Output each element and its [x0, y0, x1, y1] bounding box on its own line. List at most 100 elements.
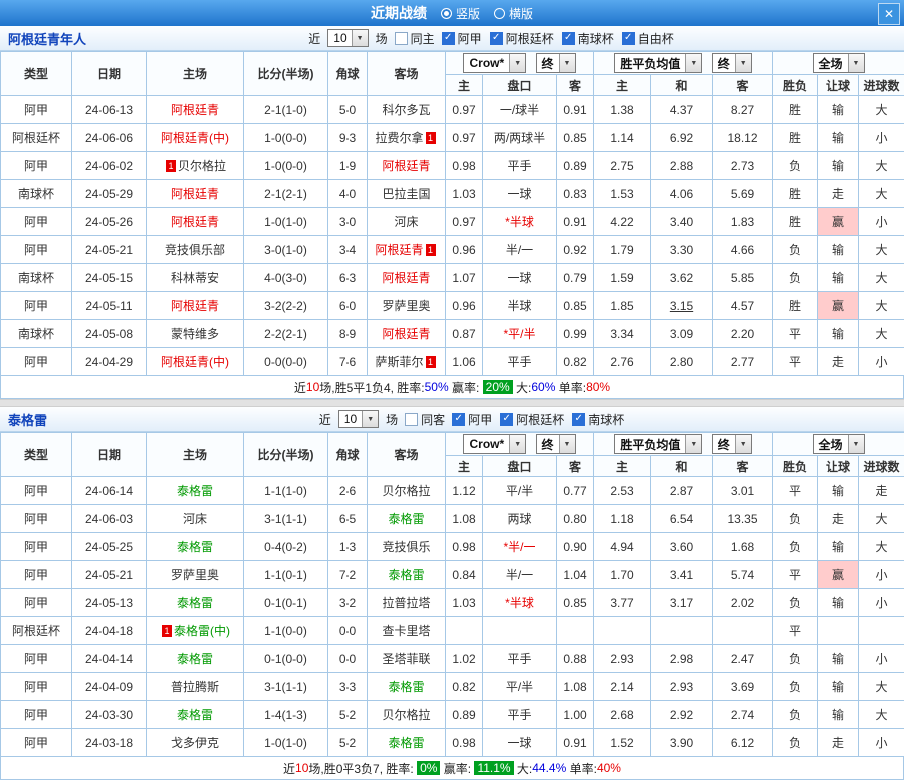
cell-goals-result: 小	[859, 561, 904, 589]
sub-header-odds-away: 客	[557, 456, 594, 477]
games-label: 场	[376, 30, 388, 47]
scope-select-2[interactable]: 全场▼	[813, 434, 865, 454]
red-card-badge: 1	[166, 160, 176, 172]
cell-date: 24-05-13	[72, 589, 147, 617]
cell-avg-draw: 4.06	[651, 180, 713, 208]
summary-part: 赢率:	[449, 379, 483, 396]
cell-odds-home: 0.87	[446, 320, 483, 348]
cell-avg-draw: 2.80	[651, 348, 713, 376]
cell-avg-away	[713, 617, 773, 645]
cell-avg-home: 4.22	[594, 208, 651, 236]
odds-company-select-2[interactable]: Crow*▼	[463, 434, 526, 454]
cell-handicap-result: 输	[818, 96, 859, 124]
cell-goals-result: 大	[859, 180, 904, 208]
away-team-name: 巴拉圭国	[382, 187, 430, 201]
avg-final-select-2[interactable]: 终▼	[712, 434, 752, 454]
cell-date: 24-05-26	[72, 208, 147, 236]
match-row: 阿甲 24-04-29 阿根廷青(中) 0-0(0-0) 7-6 萨斯菲尔1 1…	[1, 348, 904, 376]
cell-handicap-result: 输	[818, 264, 859, 292]
cell-odds-away: 0.91	[557, 729, 594, 757]
cell-date: 24-05-15	[72, 264, 147, 292]
cell-date: 24-06-02	[72, 152, 147, 180]
league-filter-checkbox[interactable]: 阿甲	[452, 411, 492, 428]
layout-vertical-option[interactable]: 竖版	[441, 5, 480, 22]
cell-home-team: 泰格雷	[147, 701, 244, 729]
cell-odds-home	[446, 617, 483, 645]
cell-handicap: 半/一	[483, 236, 557, 264]
cell-league: 阿甲	[1, 208, 72, 236]
odds-final-select-1[interactable]: 终▼	[536, 53, 576, 73]
away-team-name: 圣塔菲联	[382, 652, 430, 666]
odds-final-select-2[interactable]: 终▼	[536, 434, 576, 454]
cell-odds-away: 0.90	[557, 533, 594, 561]
sub-header-avg-home: 主	[594, 75, 651, 96]
league-filter-checkbox[interactable]: 阿根廷杯	[490, 30, 554, 47]
cell-date: 24-04-29	[72, 348, 147, 376]
cell-odds-home: 0.98	[446, 533, 483, 561]
cell-odds-home: 0.96	[446, 236, 483, 264]
same-venue-checkbox-1[interactable]: 同主	[395, 30, 435, 47]
avg-select-1[interactable]: 胜平负均值▼	[614, 53, 702, 73]
summary-part: 大:	[514, 760, 533, 777]
odds-company-select-1[interactable]: Crow*▼	[463, 53, 526, 73]
away-team-name: 河床	[394, 215, 418, 229]
cell-result: 负	[773, 645, 818, 673]
league-filter-checkbox[interactable]: 阿根廷杯	[500, 411, 564, 428]
col-header-corners: 角球	[328, 433, 368, 477]
away-team-name: 泰格雷	[388, 568, 424, 582]
match-row: 阿甲 24-03-18 戈多伊克 1-0(1-0) 5-2 泰格雷 0.98 一…	[1, 729, 904, 757]
sub-header-avg-home: 主	[594, 456, 651, 477]
home-team-name: 泰格雷	[177, 540, 213, 554]
away-team-name: 拉费尔拿	[375, 131, 423, 145]
league-filter-checkbox[interactable]: 自由杯	[622, 30, 674, 47]
dropdown-arrow-icon: ▼	[559, 435, 575, 453]
avg-select-2[interactable]: 胜平负均值▼	[614, 434, 702, 454]
match-row: 阿根廷杯 24-06-06 阿根廷青(中) 1-0(0-0) 9-3 拉费尔拿1…	[1, 124, 904, 152]
match-row: 南球杯 24-05-29 阿根廷青 2-1(2-1) 4-0 巴拉圭国 1.03…	[1, 180, 904, 208]
red-card-badge: 1	[426, 244, 436, 256]
match-row: 阿甲 24-06-14 泰格雷 1-1(1-0) 2-6 贝尔格拉 1.12 平…	[1, 477, 904, 505]
summary-part: 20%	[483, 380, 513, 394]
layout-horizontal-option[interactable]: 横版	[494, 5, 533, 22]
cell-handicap-result	[818, 617, 859, 645]
close-button[interactable]: ✕	[878, 3, 900, 25]
cell-handicap-result: 输	[818, 477, 859, 505]
cell-handicap-result: 走	[818, 348, 859, 376]
away-team-name: 贝尔格拉	[382, 708, 430, 722]
cell-result: 平	[773, 348, 818, 376]
cell-handicap: 平手	[483, 701, 557, 729]
cell-away-team: 阿根廷青	[368, 264, 446, 292]
cell-avg-home: 2.14	[594, 673, 651, 701]
recent-count-select-2[interactable]: 10 ▼	[338, 410, 379, 428]
cell-avg-draw: 2.92	[651, 701, 713, 729]
cell-avg-away: 1.83	[713, 208, 773, 236]
avg-final-select-1[interactable]: 终▼	[712, 53, 752, 73]
league-filter-checkbox[interactable]: 阿甲	[442, 30, 482, 47]
home-team-name: 普拉腾斯	[171, 680, 219, 694]
recent-count-select-1[interactable]: 10 ▼	[327, 29, 368, 47]
checkbox-icon	[572, 413, 585, 426]
sub-header-handicap: 盘口	[483, 456, 557, 477]
cell-goals-result: 小	[859, 124, 904, 152]
team-name-1: 阿根廷青年人	[8, 29, 86, 48]
league-filter-checkbox[interactable]: 南球杯	[562, 30, 614, 47]
sub-header-goals-result: 进球数	[859, 456, 904, 477]
cell-goals-result: 小	[859, 645, 904, 673]
odds-group-header-2: Crow*▼ 终▼	[446, 433, 594, 456]
scope-select-1[interactable]: 全场▼	[813, 53, 865, 73]
cell-corners: 3-4	[328, 236, 368, 264]
cell-handicap: 平手	[483, 645, 557, 673]
cell-league: 南球杯	[1, 264, 72, 292]
cell-away-team: 泰格雷	[368, 673, 446, 701]
cell-avg-home: 1.59	[594, 264, 651, 292]
red-card-badge: 1	[426, 356, 436, 368]
cell-score: 1-0(1-0)	[244, 729, 328, 757]
sub-header-avg-draw: 和	[651, 75, 713, 96]
same-venue-checkbox-2[interactable]: 同客	[405, 411, 445, 428]
cell-avg-home: 1.79	[594, 236, 651, 264]
cell-score: 1-0(0-0)	[244, 152, 328, 180]
cell-result: 负	[773, 236, 818, 264]
home-team-name: 阿根廷青	[171, 215, 219, 229]
league-filter-checkbox[interactable]: 南球杯	[572, 411, 624, 428]
cell-avg-draw: 3.62	[651, 264, 713, 292]
